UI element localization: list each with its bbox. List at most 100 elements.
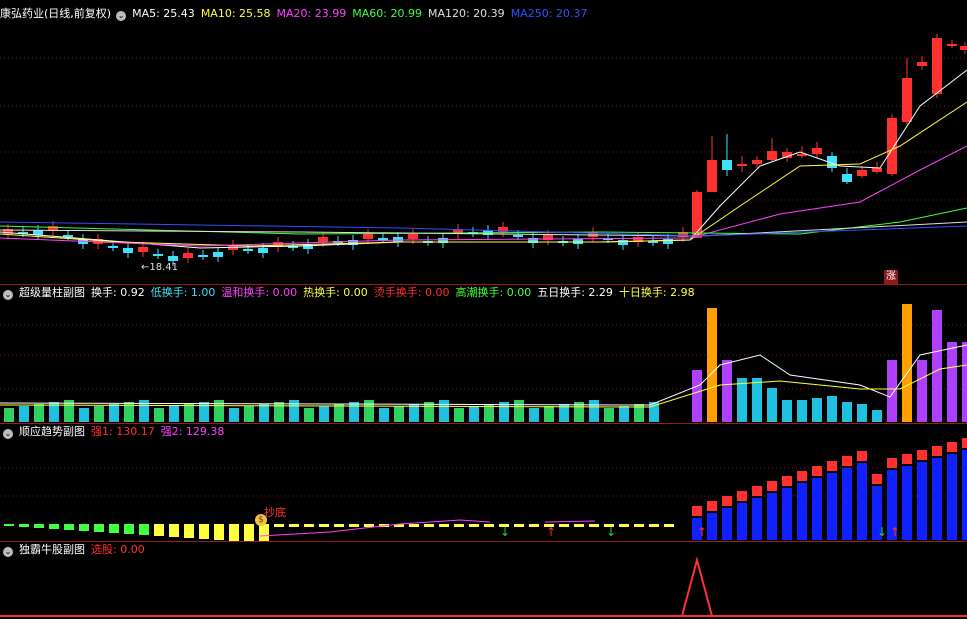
trend-bar bbox=[64, 524, 74, 530]
price-panel[interactable]: 康弘药业(日线,前复权) ⌄ MA5: 25.43 MA10: 25.58 MA20: … bbox=[0, 6, 967, 284]
volume-bar bbox=[169, 406, 179, 422]
trend-bar-red bbox=[782, 476, 792, 486]
trend-bar-red bbox=[767, 481, 777, 491]
volume-bar bbox=[289, 400, 299, 422]
trend-bar-blue bbox=[962, 450, 967, 540]
volume-bar bbox=[259, 404, 269, 422]
trend-bar bbox=[244, 524, 254, 541]
candle-body bbox=[887, 118, 897, 174]
volume-bar-large bbox=[887, 360, 897, 422]
stock-name[interactable]: 康弘药业(日线,前复权) bbox=[0, 7, 111, 20]
candle-body bbox=[692, 192, 702, 238]
trend-bar bbox=[94, 524, 104, 532]
panel1-settings-icon[interactable]: ⌄ bbox=[3, 290, 13, 300]
settings-dropdown-icon[interactable]: ⌄ bbox=[116, 11, 127, 21]
panel3-title: 独霸牛股副图 bbox=[19, 543, 85, 556]
volume-bar bbox=[604, 408, 614, 422]
trend-bar-blue bbox=[767, 493, 777, 540]
up-arrow-icon: ↑ bbox=[890, 525, 900, 539]
trend-bar bbox=[154, 524, 164, 536]
trend-chart[interactable]: ↓ ↓ ↓↑ ↑ ↑ bbox=[0, 424, 967, 541]
candle-body bbox=[767, 151, 777, 160]
trend-bar bbox=[109, 524, 119, 533]
trend-bar-blue bbox=[902, 466, 912, 540]
trend-bar bbox=[124, 524, 134, 534]
trend-bar-red bbox=[887, 458, 897, 468]
ma-label-5: MA250: 20.37 bbox=[510, 7, 588, 20]
volume-bar bbox=[529, 408, 539, 422]
volume-bar-large bbox=[917, 360, 927, 422]
candle-body bbox=[138, 247, 148, 252]
trend-bar-red bbox=[737, 491, 747, 501]
trend-bar-blue bbox=[782, 488, 792, 540]
candle-body bbox=[618, 240, 628, 245]
volume-bar bbox=[349, 402, 359, 422]
trend-bar bbox=[319, 524, 329, 527]
trend-panel-header: ⌄ 顺应趋势副图 强1: 130.17 强2: 129.38 bbox=[0, 424, 236, 439]
super-volume-header: ⌄ 超级量柱副图 换手: 0.92 低换手: 1.00 温和换手: 0.00 热换手: 0… bbox=[0, 285, 707, 300]
trend-bar bbox=[469, 524, 479, 527]
volume-bar bbox=[94, 406, 104, 422]
trend-bar-red bbox=[902, 454, 912, 464]
volume-bar bbox=[589, 400, 599, 422]
trend-bar bbox=[274, 524, 284, 527]
volume-bar bbox=[109, 404, 119, 422]
volume-bar bbox=[514, 400, 524, 422]
trend-bar bbox=[259, 524, 269, 541]
trend-bar bbox=[199, 524, 209, 539]
candle-body bbox=[902, 78, 912, 122]
trend-panel[interactable]: ↓ ↓ ↓ ↑ ↑ ↑ ⌄ 顺应趋势副图 强1: 130.17 强2: 129.38 抄底 $ bbox=[0, 424, 967, 541]
volume-bar bbox=[19, 406, 29, 422]
trend-bar bbox=[439, 524, 449, 527]
panel2-settings-icon[interactable]: ⌄ bbox=[3, 429, 13, 439]
candle-body bbox=[663, 239, 673, 244]
candle-body bbox=[153, 254, 163, 256]
zhang-badge[interactable]: 涨 bbox=[884, 270, 898, 284]
trend-bar bbox=[424, 524, 434, 527]
five-day-turnover-line bbox=[0, 344, 967, 406]
trend-bar bbox=[184, 524, 194, 538]
signal-spike bbox=[681, 556, 713, 617]
volume-indicator-label-4: 烫手换手: 0.00 bbox=[373, 286, 450, 299]
trend-bar-blue bbox=[812, 478, 822, 540]
volume-bar bbox=[274, 402, 284, 422]
trend-bar bbox=[49, 524, 59, 529]
trend-bar-blue bbox=[947, 454, 957, 540]
bull-stock-panel[interactable]: ⌄ 独霸牛股副图 选股: 0.00 bbox=[0, 542, 967, 619]
ma-label-0: MA5: 25.43 bbox=[132, 7, 195, 20]
trend-bar-red bbox=[842, 456, 852, 466]
candle-body bbox=[932, 38, 942, 94]
down-arrow-icon: ↓ bbox=[500, 525, 510, 539]
super-volume-panel[interactable]: ⌄ 超级量柱副图 换手: 0.92 低换手: 1.00 温和换手: 0.00 热换手: 0… bbox=[0, 285, 967, 423]
volume-indicator-label-0: 换手: 0.92 bbox=[91, 286, 145, 299]
trend-bar bbox=[139, 524, 149, 535]
candle-body bbox=[168, 256, 178, 261]
trend-bar bbox=[214, 524, 224, 540]
volume-bar-large bbox=[872, 410, 882, 422]
trend-bar-blue bbox=[917, 462, 927, 540]
candle-body bbox=[842, 174, 852, 182]
trend-bar bbox=[19, 524, 29, 527]
volume-bar-large bbox=[827, 396, 837, 422]
up-arrow-icon: ↑ bbox=[697, 525, 707, 539]
candle-body bbox=[722, 160, 732, 170]
trend-bar bbox=[4, 524, 14, 526]
volume-bar bbox=[469, 406, 479, 422]
ma-legend: MA5: 25.43 MA10: 25.58 MA20: 23.99 MA60: 20… bbox=[132, 7, 593, 20]
panel3-settings-icon[interactable]: ⌄ bbox=[3, 547, 13, 557]
trend-bar-red bbox=[947, 442, 957, 452]
volume-bar bbox=[244, 406, 254, 422]
candle-body bbox=[363, 234, 373, 239]
candle-body bbox=[123, 248, 133, 253]
candle-body bbox=[408, 234, 418, 239]
price-chart[interactable] bbox=[0, 6, 967, 284]
volume-chart[interactable] bbox=[0, 285, 967, 423]
volume-bar bbox=[229, 408, 239, 422]
money-bag-icon: $ bbox=[255, 514, 267, 526]
trend-bar-red bbox=[812, 466, 822, 476]
trend-bar-blue bbox=[722, 508, 732, 540]
trend-bar bbox=[349, 524, 359, 527]
trend-bar-blue bbox=[707, 513, 717, 540]
volume-bar bbox=[184, 404, 194, 422]
trend-bar-red bbox=[962, 438, 967, 448]
